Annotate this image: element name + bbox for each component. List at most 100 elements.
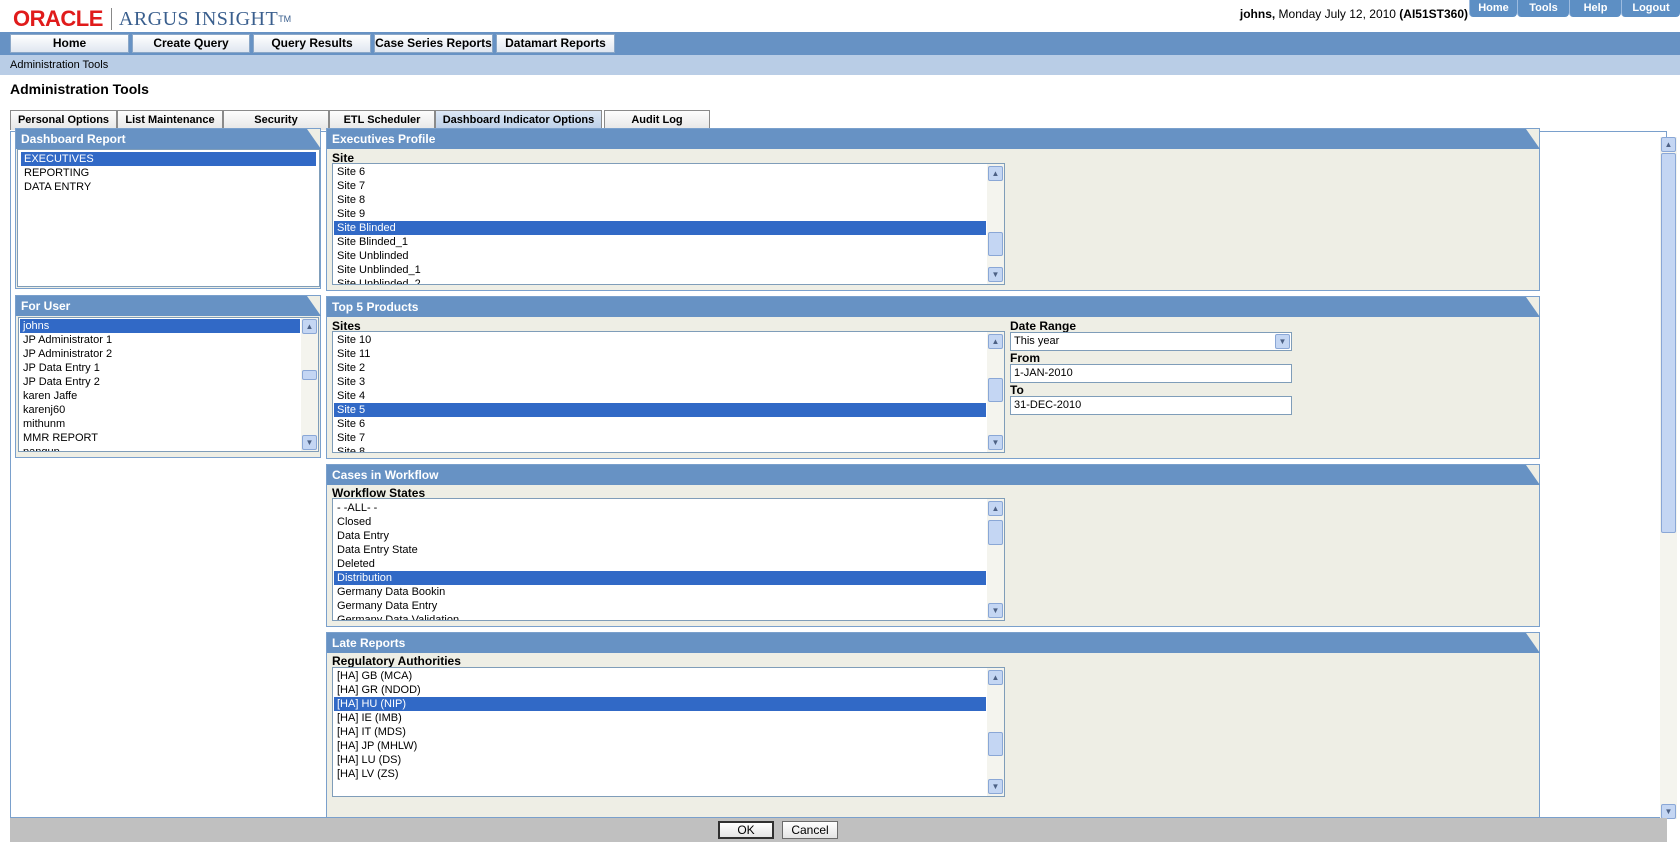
nav-create-query[interactable]: Create Query <box>132 34 250 53</box>
sites-list-item[interactable]: Site 11 <box>334 347 986 361</box>
nav-datamart-reports[interactable]: Datamart Reports <box>496 34 615 53</box>
nav-query-results[interactable]: Query Results <box>253 34 371 53</box>
user-list-item[interactable]: karenj60 <box>20 403 300 417</box>
workflow-states-scrollbar[interactable]: ▲ ▼ <box>987 499 1004 620</box>
workflow-state-item[interactable]: Data Entry <box>334 529 986 543</box>
cancel-button[interactable]: Cancel <box>782 821 838 839</box>
workflow-state-item[interactable]: Germany Data Bookin <box>334 585 986 599</box>
page-scroll-up-icon[interactable]: ▲ <box>1661 137 1676 152</box>
tab-personal-options[interactable]: Personal Options <box>10 110 117 130</box>
regulatory-authorities-scrollbar[interactable]: ▲ ▼ <box>987 668 1004 796</box>
site-list-item[interactable]: Site Unblinded <box>334 249 986 263</box>
user-list-item[interactable]: JP Data Entry 2 <box>20 375 300 389</box>
sites-list-item[interactable]: Site 2 <box>334 361 986 375</box>
dashboard-report-item[interactable]: EXECUTIVES <box>21 152 316 166</box>
nav-case-series-reports[interactable]: Case Series Reports <box>374 34 493 53</box>
top-link-logout[interactable]: Logout <box>1621 0 1680 17</box>
user-list-item[interactable]: karen Jaffe <box>20 389 300 403</box>
site-list-item[interactable]: Site 7 <box>334 179 986 193</box>
user-list-item[interactable]: mithunm <box>20 417 300 431</box>
scroll-down-icon[interactable]: ▼ <box>988 603 1003 618</box>
tab-list-maintenance[interactable]: List Maintenance <box>117 110 223 130</box>
sites-list-item[interactable]: Site 7 <box>334 431 986 445</box>
workflow-state-item[interactable]: Germany Data Entry <box>334 599 986 613</box>
from-date-input[interactable]: 1-JAN-2010 <box>1010 364 1292 383</box>
sites-list-item[interactable]: Site 8 <box>334 445 986 452</box>
regulatory-authority-item[interactable]: [HA] JP (MHLW) <box>334 739 986 753</box>
user-list-item[interactable]: JP Administrator 1 <box>20 333 300 347</box>
page-scroll-down-icon[interactable]: ▼ <box>1661 804 1676 819</box>
date-range-select[interactable]: This year ▼ <box>1010 332 1292 351</box>
user-list-item[interactable]: JP Administrator 2 <box>20 347 300 361</box>
to-date-input[interactable]: 31-DEC-2010 <box>1010 396 1292 415</box>
site-list-item[interactable]: Site Blinded <box>334 221 986 235</box>
ok-button[interactable]: OK <box>718 821 774 839</box>
regulatory-authority-item[interactable]: [HA] LV (ZS) <box>334 767 986 781</box>
site-list-item[interactable]: Site 9 <box>334 207 986 221</box>
user-list-item[interactable]: johns <box>20 319 300 333</box>
site-list-scrollbar[interactable]: ▲ ▼ <box>987 164 1004 284</box>
top-link-tools[interactable]: Tools <box>1517 0 1569 17</box>
dashboard-report-list[interactable]: EXECUTIVES REPORTING DATA ENTRY <box>17 149 320 287</box>
scroll-down-icon[interactable]: ▼ <box>988 267 1003 282</box>
regulatory-authority-item[interactable]: [HA] GR (NDOD) <box>334 683 986 697</box>
scroll-thumb[interactable] <box>988 520 1003 545</box>
scroll-down-icon[interactable]: ▼ <box>988 779 1003 794</box>
scroll-thumb[interactable] <box>302 370 317 380</box>
regulatory-authority-item[interactable]: [HA] LU (DS) <box>334 753 986 767</box>
sites-list-item[interactable]: Site 4 <box>334 389 986 403</box>
scroll-up-icon[interactable]: ▲ <box>988 334 1003 349</box>
workflow-state-item[interactable]: Closed <box>334 515 986 529</box>
breadcrumb[interactable]: Administration Tools <box>10 59 108 71</box>
workflow-states-list[interactable]: - -ALL- - Closed Data Entry Data Entry Stat… <box>332 498 1005 621</box>
scroll-down-icon[interactable]: ▼ <box>302 435 317 450</box>
site-list-item[interactable]: Site Blinded_1 <box>334 235 986 249</box>
dropdown-arrow-icon[interactable]: ▼ <box>1275 334 1290 349</box>
site-list-item[interactable]: Site Unblinded_2 <box>334 277 986 284</box>
user-list-item[interactable]: pangup <box>20 445 300 451</box>
for-user-list[interactable]: johns JP Administrator 1 JP Administrator … <box>18 317 319 452</box>
regulatory-authority-item[interactable]: [HA] IT (MDS) <box>334 725 986 739</box>
site-list-item[interactable]: Site Unblinded_1 <box>334 263 986 277</box>
page-scroll-thumb[interactable] <box>1661 153 1676 533</box>
scroll-thumb[interactable] <box>988 732 1003 756</box>
user-list-item[interactable]: JP Data Entry 1 <box>20 361 300 375</box>
scroll-up-icon[interactable]: ▲ <box>988 670 1003 685</box>
workflow-state-item[interactable]: Deleted <box>334 557 986 571</box>
dashboard-report-item[interactable]: DATA ENTRY <box>21 180 316 194</box>
regulatory-authority-item[interactable]: [HA] HU (NIP) <box>334 697 986 711</box>
scroll-thumb[interactable] <box>988 378 1003 402</box>
sites-list-item[interactable]: Site 6 <box>334 417 986 431</box>
user-list-item[interactable]: MMR REPORT <box>20 431 300 445</box>
scroll-down-icon[interactable]: ▼ <box>988 435 1003 450</box>
scroll-up-icon[interactable]: ▲ <box>988 166 1003 181</box>
regulatory-authorities-list[interactable]: [HA] GB (MCA) [HA] GR (NDOD) [HA] HU (NIP)… <box>332 667 1005 797</box>
sites-list-item[interactable]: Site 10 <box>334 333 986 347</box>
sites-list[interactable]: Site 10 Site 11 Site 2 Site 3 Site 4 Site 5 Si… <box>332 331 1005 453</box>
scroll-thumb[interactable] <box>988 232 1003 256</box>
tab-dashboard-indicator-options[interactable]: Dashboard Indicator Options <box>435 110 602 130</box>
page-scrollbar[interactable]: ▲ ▼ <box>1660 137 1677 819</box>
top-link-help[interactable]: Help <box>1569 0 1621 17</box>
regulatory-authority-item[interactable]: [HA] GB (MCA) <box>334 669 986 683</box>
sites-list-scrollbar[interactable]: ▲ ▼ <box>987 332 1004 452</box>
site-list[interactable]: Site 6 Site 7 Site 8 Site 9 Site Blinded Site… <box>332 163 1005 285</box>
site-list-item[interactable]: Site 6 <box>334 165 986 179</box>
workflow-state-item[interactable]: Germany Data Validation <box>334 613 986 620</box>
top-link-home[interactable]: Home <box>1469 0 1517 17</box>
sites-list-item[interactable]: Site 3 <box>334 375 986 389</box>
tab-security[interactable]: Security <box>223 110 329 130</box>
for-user-scrollbar[interactable]: ▲ ▼ <box>301 318 318 451</box>
scroll-up-icon[interactable]: ▲ <box>988 501 1003 516</box>
nav-home[interactable]: Home <box>10 34 129 53</box>
sites-list-item[interactable]: Site 5 <box>334 403 986 417</box>
workflow-state-item[interactable]: Distribution <box>334 571 986 585</box>
tab-audit-log[interactable]: Audit Log <box>604 110 710 130</box>
dashboard-report-item[interactable]: REPORTING <box>21 166 316 180</box>
tab-etl-scheduler[interactable]: ETL Scheduler <box>329 110 435 130</box>
scroll-up-icon[interactable]: ▲ <box>302 319 317 334</box>
workflow-state-item[interactable]: - -ALL- - <box>334 501 986 515</box>
site-list-item[interactable]: Site 8 <box>334 193 986 207</box>
regulatory-authority-item[interactable]: [HA] IE (IMB) <box>334 711 986 725</box>
workflow-state-item[interactable]: Data Entry State <box>334 543 986 557</box>
